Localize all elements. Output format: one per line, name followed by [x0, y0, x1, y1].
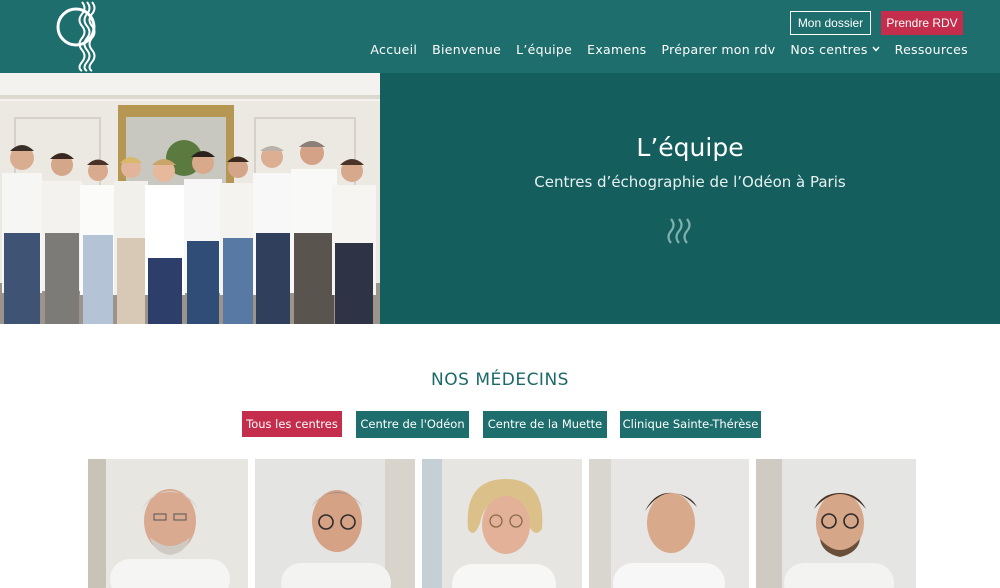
doctor-portrait: [255, 459, 415, 588]
doctor-card[interactable]: [88, 459, 248, 588]
nav-item-bienvenue[interactable]: Bienvenue: [432, 42, 501, 57]
site-header: Mon dossier Prendre RDV Accueil Bienvenu…: [0, 0, 1000, 73]
doctor-portrait: [589, 459, 749, 588]
nav-item-accueil[interactable]: Accueil: [370, 42, 417, 57]
doctor-portrait: [422, 459, 582, 588]
nav-item-preparer-rdv[interactable]: Préparer mon rdv: [661, 42, 775, 57]
logo-icon[interactable]: [52, 0, 102, 73]
nav-item-ressources[interactable]: Ressources: [895, 42, 968, 57]
doctor-card[interactable]: [589, 459, 749, 588]
filter-centre-muette[interactable]: Centre de la Muette: [483, 411, 607, 438]
section-title: NOS MÉDECINS: [431, 370, 569, 390]
team-photo: [0, 73, 380, 324]
mon-dossier-button[interactable]: Mon dossier: [790, 11, 871, 35]
doctor-portrait: [88, 459, 248, 588]
hero-banner: L’équipe Centres d’échographie de l’Odéo…: [380, 73, 1000, 324]
doctor-portrait: [756, 459, 916, 588]
nav-item-examens[interactable]: Examens: [587, 42, 646, 57]
waves-icon: [666, 218, 694, 244]
filter-centre-odeon[interactable]: Centre de l'Odéon: [356, 411, 469, 438]
filter-tous-les-centres[interactable]: Tous les centres: [242, 411, 342, 437]
nav-item-nos-centres[interactable]: Nos centres: [790, 42, 880, 57]
main-nav: Accueil Bienvenue L’équipe Examens Prépa…: [370, 42, 968, 57]
nav-item-equipe[interactable]: L’équipe: [516, 42, 572, 57]
page-subtitle: Centres d’échographie de l’Odéon à Paris: [534, 173, 846, 191]
chevron-down-icon: [872, 45, 880, 55]
nav-item-nos-centres-label: Nos centres: [790, 42, 868, 57]
doctor-card[interactable]: [422, 459, 582, 588]
prendre-rdv-button[interactable]: Prendre RDV: [881, 11, 963, 35]
filter-clinique-sainte-therese[interactable]: Clinique Sainte-Thérèse: [620, 411, 761, 438]
doctor-card[interactable]: [255, 459, 415, 588]
page-title: L’équipe: [636, 133, 744, 162]
doctor-card[interactable]: [756, 459, 916, 588]
